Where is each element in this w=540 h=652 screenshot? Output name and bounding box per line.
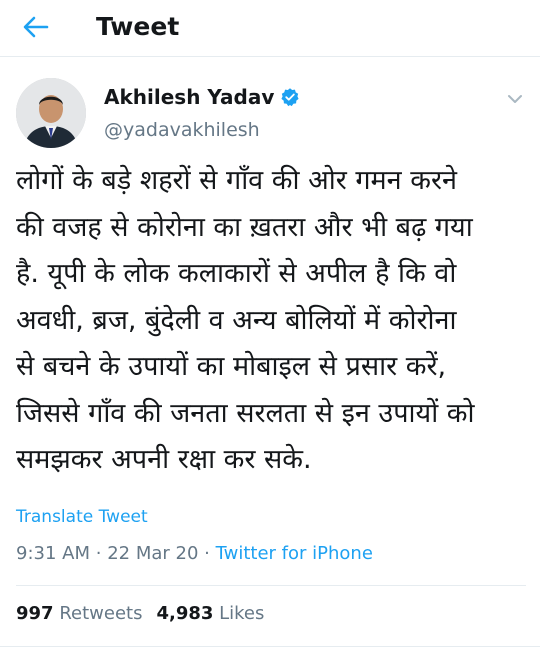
likes-count: 4,983 — [156, 603, 214, 624]
profile-photo — [16, 78, 86, 148]
author-handle[interactable]: @yadavakhilesh — [104, 117, 260, 143]
retweets-count: 997 — [16, 603, 54, 624]
page-title: Tweet — [96, 12, 180, 41]
verified-badge-icon — [281, 88, 299, 107]
author-name-text: Akhilesh Yadav — [104, 85, 275, 109]
chevron-down-icon[interactable] — [504, 88, 526, 110]
retweets-label: Retweets — [59, 603, 143, 624]
bottom-divider — [0, 646, 540, 647]
translate-tweet-link[interactable]: Translate Tweet — [16, 505, 148, 529]
tweet-time: 9:31 AM — [16, 543, 90, 564]
app-header: Tweet — [0, 0, 540, 54]
tweet-body: लोगों के बड़े शहरों से गाँव की ओर गमन कर… — [16, 165, 475, 475]
tweet-meta: 9:31 AM · 22 Mar 20 · Twitter for iPhone — [16, 541, 373, 567]
tweet-date: 22 Mar 20 — [107, 543, 199, 564]
tweet-stats: 997 Retweets 4,983 Likes — [16, 601, 264, 627]
retweets-stat[interactable]: 997 Retweets — [16, 603, 142, 624]
tweet-source-link[interactable]: Twitter for iPhone — [216, 543, 373, 564]
back-button[interactable] — [16, 10, 56, 44]
header-divider — [0, 56, 540, 57]
likes-stat[interactable]: 4,983 Likes — [156, 603, 264, 624]
likes-label: Likes — [219, 603, 265, 624]
avatar[interactable] — [16, 78, 86, 148]
arrow-left-icon — [23, 16, 49, 38]
meta-separator: · — [95, 543, 102, 564]
author-name[interactable]: Akhilesh Yadav — [104, 84, 300, 110]
meta-separator: · — [204, 543, 210, 564]
stats-divider — [16, 585, 526, 586]
